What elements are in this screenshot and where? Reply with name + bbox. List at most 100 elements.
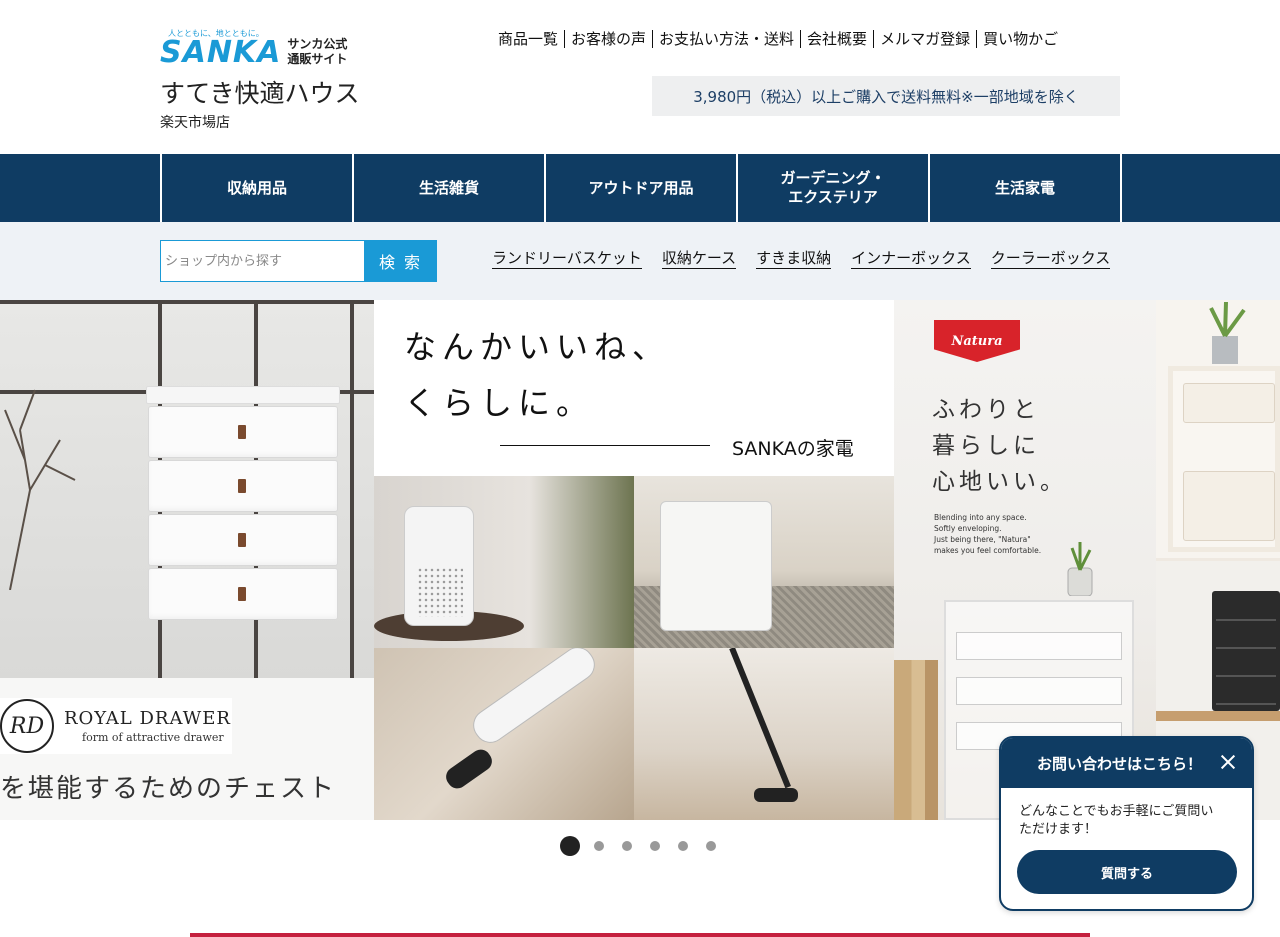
drawer — [1216, 681, 1276, 705]
rd-text: ROYAL DRAWER form of attractive drawer — [64, 708, 231, 744]
chest-product — [146, 386, 340, 624]
handheld-vacuum — [466, 648, 602, 750]
air-purifier — [404, 506, 474, 626]
rd-subtitle: form of attractive drawer — [82, 731, 224, 744]
storage-box — [1183, 383, 1275, 423]
top-link-payment[interactable]: お支払い方法・送料 — [652, 30, 800, 48]
carousel-dots — [560, 836, 734, 856]
shop-logo[interactable]: 人とともに、地とともに。 SANKA サンカ公式 通販サイト すてき快適ハウス … — [160, 28, 380, 132]
slide-appliances[interactable]: なんかいいね、 くらしに。 SANKAの家電 — [374, 300, 894, 820]
logo-brand: SANKA — [160, 35, 282, 70]
drawer-knob — [238, 425, 246, 439]
slide-headline-line2: くらしに。 — [404, 384, 595, 422]
divider-line — [500, 445, 710, 446]
slide-brand-label: SANKAの家電 — [732, 438, 854, 460]
natura-logo: Natura — [934, 320, 1020, 362]
humidifier-photo — [634, 476, 894, 648]
page: 人とともに、地とともに。 SANKA サンカ公式 通販サイト すてき快適ハウス … — [0, 0, 1280, 937]
nav-item-appliances[interactable]: 生活家電 — [930, 154, 1122, 222]
search-button[interactable]: 検 索 — [364, 240, 437, 282]
air-purifier-photo — [374, 476, 634, 648]
section-divider — [190, 933, 1090, 937]
main-nav: 収納用品 生活雑貨 アウトドア用品 ガーデニング・ エクステリア 生活家電 — [0, 154, 1280, 222]
sanka-logo: 人とともに、地とともに。 SANKA — [160, 28, 281, 68]
drawer-knob — [238, 479, 246, 493]
carousel-dot[interactable] — [678, 841, 688, 851]
quick-link-cooler-box[interactable]: クーラーボックス — [990, 248, 1111, 269]
chat-widget: お問い合わせはこちら！ どんなことでもお手軽にご質問い ただけます！ 質問する — [999, 736, 1254, 911]
books — [894, 660, 938, 820]
top-link-company[interactable]: 会社概要 — [800, 30, 873, 48]
shop-name: すてき快適ハウス — [160, 79, 360, 108]
chat-title: お問い合わせはこちら！ — [1037, 754, 1203, 773]
drawer-tray — [956, 632, 1122, 660]
slide-headline-line1: なんかいいね、 — [404, 328, 671, 366]
white-rack-photo — [1156, 300, 1280, 558]
nav-items: 収納用品 生活雑貨 アウトドア用品 ガーデニング・ エクステリア 生活家電 — [160, 154, 1122, 222]
quick-links: ランドリーバスケット 収納ケース すきま収納 インナーボックス クーラーボックス — [492, 248, 1111, 269]
plant-pot — [1067, 542, 1093, 596]
top-link-newsletter[interactable]: メルマガ登録 — [873, 30, 976, 48]
logo-row: 人とともに、地とともに。 SANKA サンカ公式 通販サイト — [160, 28, 380, 68]
top-link-cart[interactable]: 買い物かご — [976, 30, 1064, 48]
drawer — [1216, 653, 1276, 677]
chest-top — [146, 386, 340, 404]
drawer-knob — [238, 533, 246, 547]
storage-rack — [1168, 366, 1280, 552]
carousel-dot[interactable] — [560, 836, 580, 856]
quick-link-storage-case[interactable]: 収納ケース — [661, 248, 737, 269]
close-icon[interactable] — [1218, 752, 1238, 772]
nav-item-storage[interactable]: 収納用品 — [162, 154, 354, 222]
drawer — [1216, 597, 1276, 621]
window-frame — [350, 300, 354, 680]
natura-headline: ふわりと 暮らしに 心地いい。 — [932, 397, 1067, 495]
quick-link-gap-storage[interactable]: すきま収納 — [756, 248, 832, 269]
top-link-reviews[interactable]: お客様の声 — [564, 30, 652, 48]
slide-royal-drawer[interactable]: RD ROYAL DRAWER form of attractive drawe… — [0, 300, 374, 820]
rd-title: ROYAL DRAWER — [64, 708, 231, 729]
humidifier — [660, 501, 772, 631]
carousel-dot[interactable] — [622, 841, 632, 851]
free-shipping-notice: 3,980円（税込）以上ご購入で送料無料※一部地域を除く — [652, 76, 1120, 116]
carousel-dot[interactable] — [706, 841, 716, 851]
nav-item-gardening[interactable]: ガーデニング・ エクステリア — [738, 154, 930, 222]
carousel-dot[interactable] — [594, 841, 604, 851]
chat-message: どんなことでもお手軽にご質問い ただけます！ — [1019, 804, 1214, 837]
drawer-tray — [956, 677, 1122, 705]
drawer — [148, 460, 338, 512]
natura-english-copy: Blending into any space. Softly envelopi… — [934, 513, 1042, 555]
purifier-grille — [417, 567, 463, 617]
quick-link-laundry-basket[interactable]: ランドリーバスケット — [492, 248, 642, 269]
ask-question-button[interactable]: 質問する — [1017, 850, 1237, 894]
top-links: 商品一覧 お客様の声 お支払い方法・送料 会社概要 メルマガ登録 買い物かご — [492, 30, 1064, 48]
appliance-photo-grid — [374, 476, 894, 820]
vacuum-head — [754, 788, 798, 802]
drawer-knob — [238, 587, 246, 601]
quick-link-inner-box[interactable]: インナーボックス — [851, 248, 971, 269]
drawer — [148, 406, 338, 458]
slide-caption: を堪能するためのチェスト — [0, 774, 337, 804]
stick-vacuum — [729, 648, 791, 789]
branch-decoration — [4, 389, 76, 590]
header: 人とともに、地とともに。 SANKA サンカ公式 通販サイト すてき快適ハウス … — [0, 0, 1280, 154]
nav-item-outdoor[interactable]: アウトドア用品 — [546, 154, 738, 222]
chat-header: お問い合わせはこちら！ — [1001, 738, 1252, 788]
search-bar: 検 索 ランドリーバスケット 収納ケース すきま収納 インナーボックス クーラー… — [0, 222, 1280, 300]
vacuum-nozzle — [442, 745, 496, 793]
drawer — [148, 568, 338, 620]
nav-item-household[interactable]: 生活雑貨 — [354, 154, 546, 222]
royal-drawer-logo: RD ROYAL DRAWER form of attractive drawe… — [0, 698, 232, 754]
logo-sub: サンカ公式 通販サイト — [287, 37, 348, 66]
shop-sub: 楽天市場店 — [160, 115, 230, 131]
logo-tagline: 人とともに、地とともに。 — [168, 29, 264, 38]
black-drawer-unit — [1212, 591, 1280, 711]
storage-box — [1183, 471, 1275, 541]
window-frame — [0, 300, 374, 304]
plant-icon — [1209, 301, 1246, 364]
drawer — [1216, 625, 1276, 649]
handheld-vacuum-photo — [374, 648, 634, 820]
search-input[interactable] — [160, 240, 364, 282]
carousel-dot[interactable] — [650, 841, 660, 851]
stick-vacuum-photo — [634, 648, 894, 820]
top-link-products[interactable]: 商品一覧 — [492, 30, 564, 48]
